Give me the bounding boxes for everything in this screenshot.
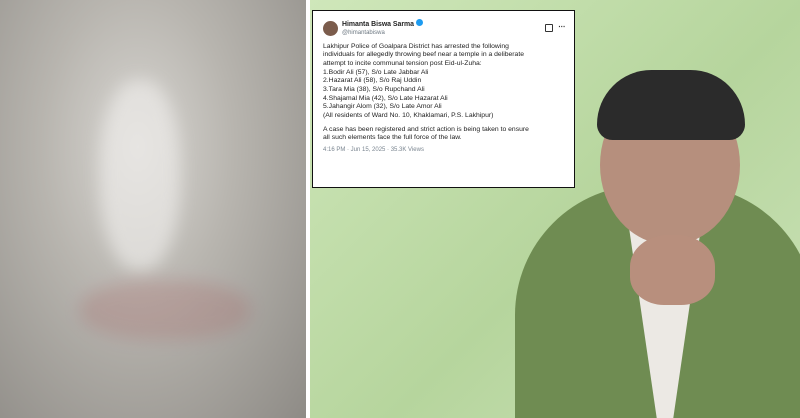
tweet-line: 1.Bodir Ali (57), S/o Late Jabbar Ali [323, 68, 429, 76]
avatar [323, 20, 338, 36]
person-hair [597, 70, 745, 140]
tweet-line: 2.Hazarat Ali (58), S/o Raj Uddin [323, 77, 422, 85]
more-icon[interactable]: ⋯ [558, 24, 565, 33]
left-photo [0, 0, 306, 418]
person-hand [630, 235, 715, 305]
tweet-line: individuals for allegedly throwing beef … [323, 51, 525, 59]
tweet-meta: 4:16 PM · Jun 15, 2025 · 35.3K Views [323, 147, 424, 154]
tweet-line: 5.Jahangir Alom (32), S/o Late Amor Ali [323, 103, 442, 111]
tweet-line: all such elements face the full force of… [323, 134, 462, 142]
tweet-handle: @himantabiswa [342, 29, 385, 36]
tweet-line: attempt to incite communal tension post … [323, 59, 482, 67]
blurred-object [100, 80, 180, 270]
verified-icon [415, 19, 423, 26]
tweet-actions: ⋯ [545, 24, 565, 33]
tweet-name: Himanta Biswa Sarma [342, 21, 414, 28]
tweet-line: A case has been registered and strict ac… [323, 125, 529, 133]
tweet-line: 4.Shajamal Mia (42), S/o Late Hazarat Al… [323, 94, 448, 102]
blurred-object-base [80, 280, 250, 340]
tweet-line: (All residents of Ward No. 10, Khaklamar… [323, 112, 494, 119]
tweet-header: Himanta Biswa Sarma @himantabiswa ⋯ [323, 19, 565, 38]
tweet-card: Himanta Biswa Sarma @himantabiswa ⋯ Lakh… [312, 10, 575, 188]
tweet-line: 3.Tara Mia (38), S/o Rupchand Ali [323, 85, 425, 93]
tweet-line: Lakhipur Police of Goalpara District has… [323, 42, 509, 50]
share-icon[interactable] [545, 24, 554, 33]
